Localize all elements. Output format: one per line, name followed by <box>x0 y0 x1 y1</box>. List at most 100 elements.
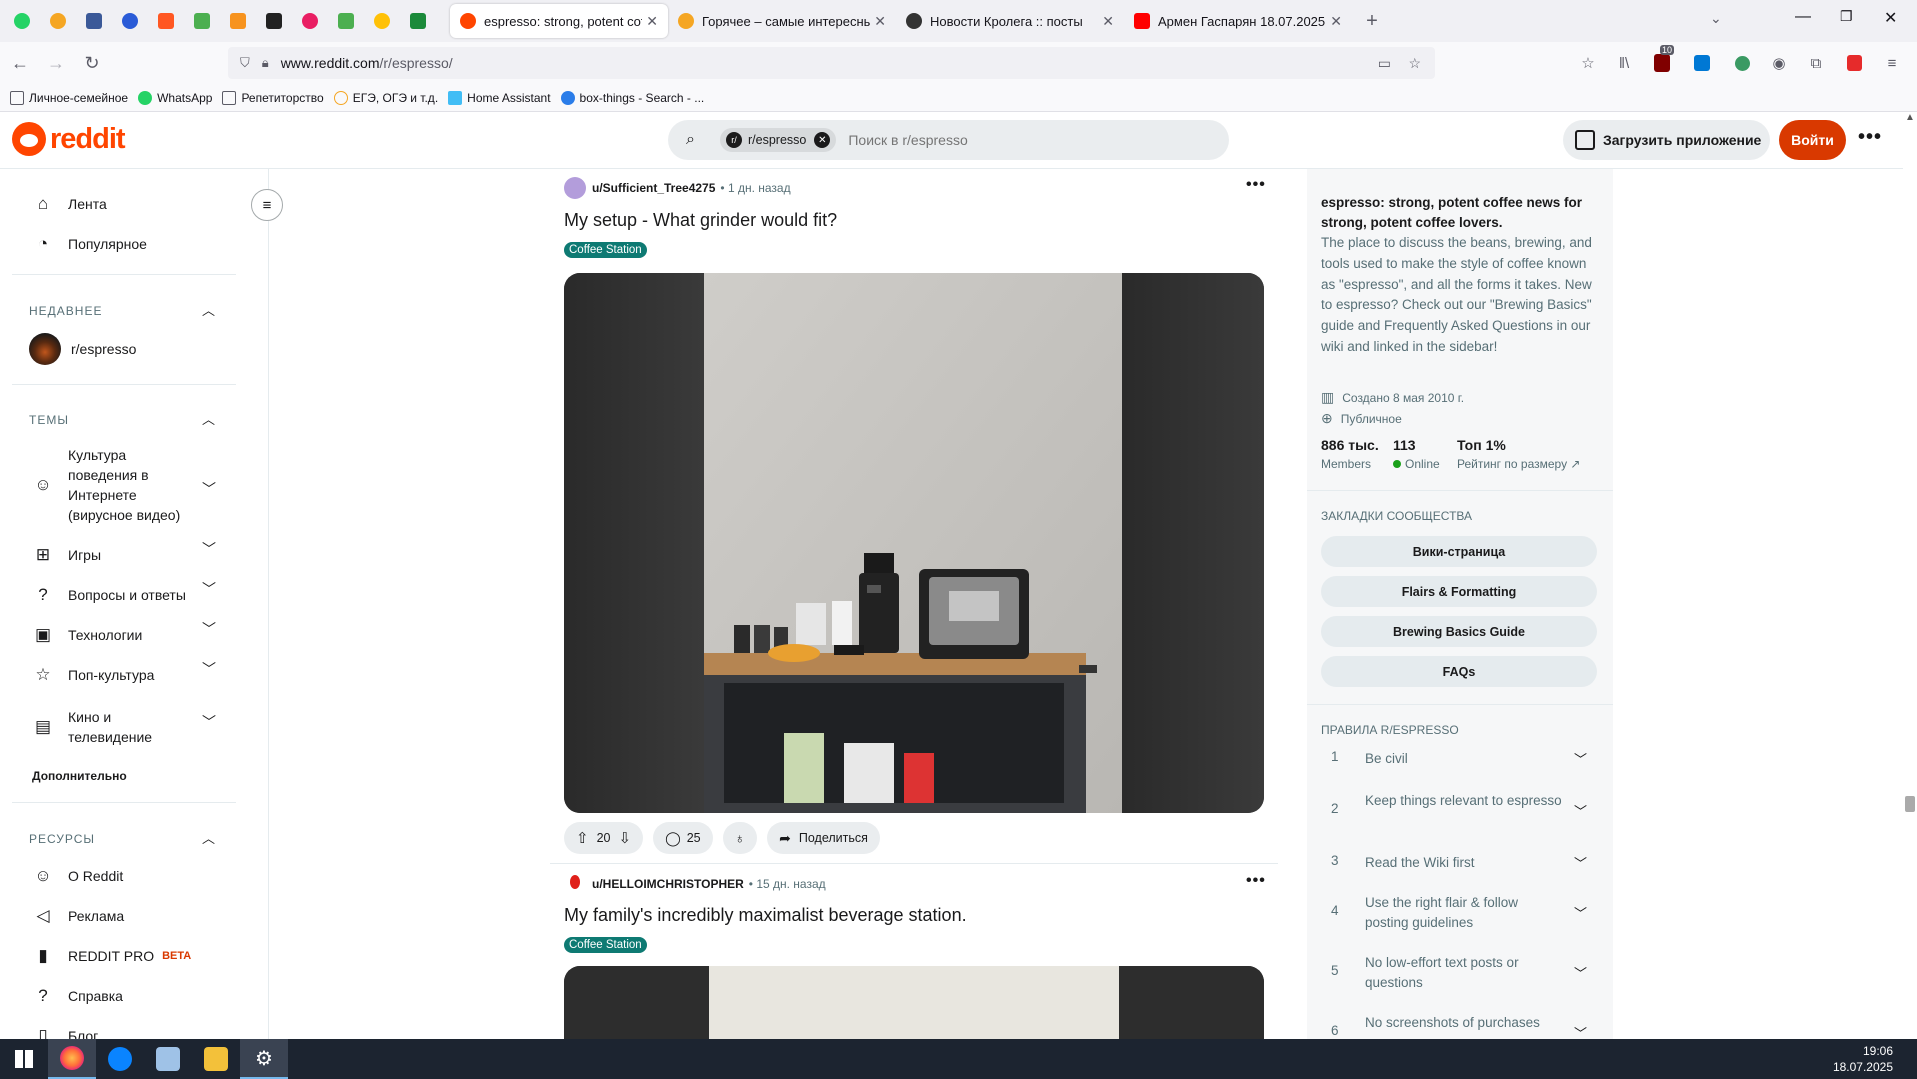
reader-view-icon[interactable]: ▭ <box>1378 55 1391 72</box>
bookmark-star-icon[interactable]: ☆ <box>1408 55 1421 72</box>
faqs-button[interactable]: FAQs <box>1321 656 1597 687</box>
search-bar[interactable]: ⌕ r/ r/espresso ✕ <box>668 120 1229 160</box>
clear-chip-icon[interactable]: ✕ <box>814 132 831 148</box>
system-clock[interactable]: 19:06 18.07.2025 <box>1833 1043 1893 1075</box>
topic-tech[interactable]: ▣ Технологии <box>32 624 142 646</box>
chevron-down-icon[interactable]: ﹀ <box>202 659 216 679</box>
post-image[interactable] <box>564 273 1264 813</box>
topics-section-title[interactable]: ТЕМЫ <box>29 413 69 427</box>
address-bar[interactable]: ⛉ 🔒︎ www.reddit.com/r/espresso/ ▭ ☆ <box>228 47 1435 79</box>
chevron-down-icon[interactable]: ﹀ <box>202 539 216 559</box>
chevron-down-icon[interactable]: ﹀ <box>202 479 216 499</box>
tab-espresso[interactable]: espresso: strong, potent coffee ✕ <box>450 4 668 38</box>
topic-pop-culture[interactable]: ☆ Поп-культура <box>32 664 154 686</box>
start-button[interactable] <box>0 1039 48 1079</box>
flairs-formatting-button[interactable]: Flairs & Formatting <box>1321 576 1597 607</box>
minimize-window-icon[interactable]: — <box>1795 8 1811 26</box>
recent-section-title[interactable]: НЕДАВНЕЕ <box>29 304 102 318</box>
library-icon[interactable]: ‖\ <box>1612 51 1636 75</box>
list-tabs-chevron-icon[interactable]: ⌄ <box>1710 10 1722 27</box>
pinned-tab-11[interactable] <box>368 7 396 35</box>
pinned-tab-12[interactable] <box>404 7 432 35</box>
nav-feed[interactable]: ⌂ Лента <box>32 193 107 215</box>
bookmark-ege[interactable]: ЕГЭ, ОГЭ и т.д. <box>333 90 438 105</box>
extensions-puzzle-icon[interactable]: ⧉ <box>1804 51 1828 75</box>
tab-krolega[interactable]: Новости Кролега :: посты ✕ <box>896 4 1124 38</box>
new-tab-plus-icon[interactable]: + <box>1352 10 1392 33</box>
post-title[interactable]: My family's incredibly maximalist bevera… <box>564 905 967 926</box>
chevron-down-icon[interactable]: ﹀ <box>202 712 216 732</box>
user-avatar[interactable] <box>564 177 586 199</box>
recent-subreddit-espresso[interactable]: r/espresso <box>29 333 136 365</box>
award-button[interactable]: ♁ <box>722 822 758 854</box>
post-flair[interactable]: Coffee Station <box>564 937 647 953</box>
pinned-tab-3[interactable] <box>80 7 108 35</box>
taskbar-settings[interactable]: ⚙ <box>240 1039 288 1079</box>
close-tab-icon[interactable]: ✕ <box>1330 13 1342 30</box>
collapse-sidebar-button[interactable]: ≡ <box>251 189 283 221</box>
scroll-up-arrow-icon[interactable]: ▲ <box>1905 112 1915 123</box>
post-flair[interactable]: Coffee Station <box>564 242 647 258</box>
pinned-tab-9[interactable] <box>296 7 324 35</box>
chevron-up-icon[interactable]: ︿ <box>202 300 215 319</box>
rank-link[interactable]: Рейтинг по размеру ↗ <box>1457 457 1580 471</box>
bookmark-box-things[interactable]: box-things - Search - ... <box>560 90 704 105</box>
bookmark-home-assistant[interactable]: Home Assistant <box>448 90 551 105</box>
close-window-icon[interactable]: ✕ <box>1884 8 1897 28</box>
pinned-tab-5[interactable] <box>152 7 180 35</box>
hamburger-menu-icon[interactable]: ≡ <box>1880 51 1904 75</box>
login-button[interactable]: Войти <box>1779 120 1846 160</box>
brewing-basics-button[interactable]: Brewing Basics Guide <box>1321 616 1597 647</box>
get-app-button[interactable]: Загрузить приложение <box>1563 120 1770 160</box>
close-tab-icon[interactable]: ✕ <box>646 13 658 30</box>
subreddit-search-chip[interactable]: r/ r/espresso ✕ <box>720 128 837 152</box>
more-topics-link[interactable]: Дополнительно <box>32 769 127 783</box>
resource-help[interactable]: ? Справка <box>32 985 123 1007</box>
search-input[interactable] <box>848 132 1149 148</box>
topic-qa[interactable]: ? Вопросы и ответы <box>32 584 186 606</box>
chevron-up-icon[interactable]: ︿ <box>202 828 215 847</box>
user-avatar[interactable] <box>564 873 586 895</box>
pinned-tab-6[interactable] <box>188 7 216 35</box>
taskbar-firefox[interactable] <box>48 1039 96 1079</box>
resource-reddit-pro[interactable]: ▮ REDDIT PRO BETA <box>32 945 191 967</box>
bookmark-folder-tutoring[interactable]: Репетиторство <box>222 90 324 105</box>
restore-window-icon[interactable]: ❐ <box>1840 8 1853 25</box>
forward-arrow-icon[interactable]: → <box>40 47 72 79</box>
taskbar-notepad[interactable] <box>144 1039 192 1079</box>
share-button[interactable]: ➦ Поделиться <box>767 822 880 854</box>
account-icon[interactable]: ◉ <box>1767 51 1791 75</box>
more-options-icon[interactable]: ••• <box>1858 126 1882 149</box>
resource-ads[interactable]: ◁ Реклама <box>32 905 124 927</box>
reddit-logo[interactable]: reddit <box>12 122 126 156</box>
upvote-arrow-icon[interactable]: ⇧ <box>576 829 589 847</box>
tracking-shield-icon[interactable]: ⛉ <box>240 55 250 71</box>
reload-icon[interactable]: ↻ <box>76 47 108 79</box>
bookmark-whatsapp[interactable]: WhatsApp <box>138 90 212 105</box>
ublock-extension-icon[interactable]: 10 <box>1650 45 1675 75</box>
page-scrollbar[interactable]: ▲ <box>1903 112 1917 1039</box>
rule-item[interactable]: 3 Read the Wiki first ﹀ <box>1321 853 1597 877</box>
post-image[interactable] <box>564 966 1264 1039</box>
resource-blog[interactable]: ▯ Блог <box>32 1025 98 1039</box>
bookmark-folder-personal[interactable]: Личное-семейное <box>10 90 128 105</box>
pinned-tab-4[interactable] <box>116 7 144 35</box>
back-arrow-icon[interactable]: ← <box>4 47 36 79</box>
close-tab-icon[interactable]: ✕ <box>874 13 886 30</box>
pinned-tab-7[interactable] <box>224 7 252 35</box>
extension-green-icon[interactable] <box>1730 51 1754 75</box>
pinned-tab-whatsapp[interactable] <box>8 7 36 35</box>
rule-item[interactable]: 1 Be civil ﹀ <box>1321 749 1597 773</box>
pocket-icon[interactable]: ☆ <box>1576 51 1600 75</box>
pinned-tab-8[interactable] <box>260 7 288 35</box>
post-author[interactable]: u/Sufficient_Tree4275 <box>592 181 715 195</box>
chevron-up-icon[interactable]: ︿ <box>202 409 215 428</box>
tab-youtube[interactable]: Армен Гаспарян 18.07.2025 - Прис ✕ <box>1124 4 1352 38</box>
chevron-down-icon[interactable]: ﹀ <box>202 619 216 639</box>
rule-item[interactable]: 4 Use the right flair & follow posting g… <box>1321 893 1597 937</box>
scrollbar-thumb[interactable] <box>1905 796 1915 812</box>
rule-item[interactable]: 2 Keep things relevant to espresso ﹀ <box>1321 791 1597 835</box>
taskbar-thunderbird[interactable] <box>96 1039 144 1079</box>
post-title[interactable]: My setup - What grinder would fit? <box>564 210 837 231</box>
taskbar-file-explorer[interactable] <box>192 1039 240 1079</box>
